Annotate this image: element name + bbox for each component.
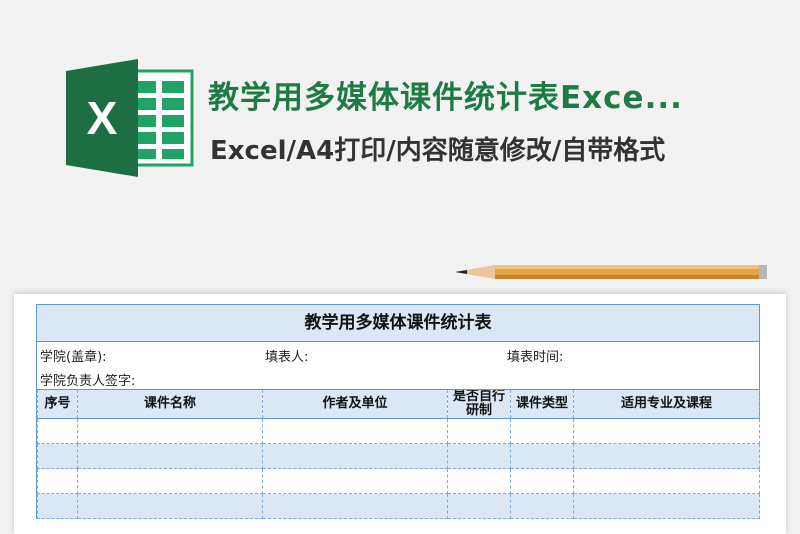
pencil-icon bbox=[455, 265, 767, 279]
col-header-type: 课件类型 bbox=[510, 389, 574, 419]
cell[interactable] bbox=[510, 443, 574, 469]
cell[interactable] bbox=[510, 418, 574, 444]
table-row bbox=[37, 493, 760, 519]
cell[interactable] bbox=[510, 493, 574, 519]
table-row bbox=[37, 418, 760, 444]
college-label: 学院(盖章): bbox=[40, 350, 107, 365]
spreadsheet-paper: 教学用多媒体课件统计表 学院(盖章): 填表人: 填表时间: 学院负责人签字: … bbox=[14, 294, 786, 534]
table-row bbox=[37, 468, 760, 494]
cell[interactable] bbox=[37, 443, 78, 469]
spreadsheet-table: 教学用多媒体课件统计表 学院(盖章): 填表人: 填表时间: 学院负责人签字: … bbox=[36, 304, 760, 519]
cell[interactable] bbox=[510, 468, 574, 494]
fill-time-label: 填表时间: bbox=[507, 350, 564, 365]
cell[interactable] bbox=[447, 468, 511, 494]
info-row-2: 学院负责人签字: bbox=[37, 366, 759, 390]
table-header-row: 序号 课件名称 作者及单位 是否自行研制 课件类型 适用专业及课程 bbox=[37, 389, 760, 419]
col-header-index: 序号 bbox=[37, 389, 78, 419]
cell[interactable] bbox=[262, 493, 448, 519]
cell[interactable] bbox=[37, 418, 78, 444]
cell[interactable] bbox=[262, 443, 448, 469]
excel-logo-icon: X bbox=[66, 59, 194, 177]
responsible-label: 学院负责人签字: bbox=[40, 374, 136, 389]
cell[interactable] bbox=[573, 468, 760, 494]
cell[interactable] bbox=[447, 443, 511, 469]
cell[interactable] bbox=[77, 493, 263, 519]
logo-letter: X bbox=[87, 92, 118, 144]
col-header-name: 课件名称 bbox=[77, 389, 263, 419]
cell[interactable] bbox=[77, 418, 263, 444]
page-subtitle: Excel/A4打印/内容随意修改/自带格式 bbox=[210, 136, 666, 166]
filler-label: 填表人: bbox=[265, 350, 309, 365]
cell[interactable] bbox=[37, 468, 78, 494]
cell[interactable] bbox=[77, 468, 263, 494]
col-header-major: 适用专业及课程 bbox=[573, 389, 760, 419]
cell[interactable] bbox=[573, 493, 760, 519]
cell[interactable] bbox=[37, 493, 78, 519]
cell[interactable] bbox=[447, 418, 511, 444]
page-title: 教学用多媒体课件统计表Exce... bbox=[208, 80, 683, 116]
cell[interactable] bbox=[77, 443, 263, 469]
col-header-author: 作者及单位 bbox=[262, 389, 448, 419]
table-row bbox=[37, 443, 760, 469]
col-header-self-developed: 是否自行研制 bbox=[447, 389, 511, 419]
cell[interactable] bbox=[447, 493, 511, 519]
sheet-title: 教学用多媒体课件统计表 bbox=[37, 305, 759, 342]
cell[interactable] bbox=[573, 418, 760, 444]
info-row-1: 学院(盖章): 填表人: 填表时间: bbox=[37, 342, 759, 366]
data-grid: 序号 课件名称 作者及单位 是否自行研制 课件类型 适用专业及课程 bbox=[37, 389, 760, 519]
cell[interactable] bbox=[262, 418, 448, 444]
cell[interactable] bbox=[573, 443, 760, 469]
cell[interactable] bbox=[262, 468, 448, 494]
